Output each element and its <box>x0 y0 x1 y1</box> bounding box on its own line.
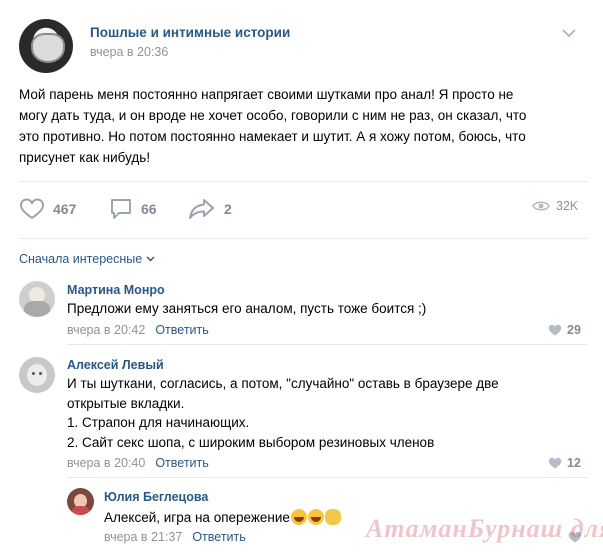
chevron-down-icon[interactable] <box>560 27 578 39</box>
share-icon <box>189 199 214 219</box>
comment-like-button[interactable]: 12 <box>548 456 581 470</box>
like-count: 467 <box>53 201 77 217</box>
comment-button[interactable]: 66 <box>109 197 157 221</box>
comment-author-link[interactable]: Алексей Левый <box>67 358 164 372</box>
group-avatar[interactable] <box>19 19 73 73</box>
heart-icon <box>20 198 44 220</box>
comment-text-line: открытые вкладки. <box>67 395 185 411</box>
reply-link[interactable]: Ответить <box>192 530 245 544</box>
comment-text: Предложи ему заняться его аналом, пусть … <box>67 299 426 319</box>
like-button[interactable]: 467 <box>19 197 76 221</box>
comment-like-count: 12 <box>567 456 581 470</box>
divider <box>67 477 587 478</box>
share-count: 2 <box>224 201 232 217</box>
comment-icon <box>111 199 131 219</box>
post-text-line: присунет как нибудь! <box>19 150 151 165</box>
comment-author-link[interactable]: Мартина Монро <box>67 283 165 297</box>
comment-like-button[interactable]: 29 <box>548 323 581 337</box>
eye-icon <box>532 201 550 211</box>
comment-text: Алексей, игра на опережение <box>104 508 341 528</box>
share-button[interactable]: 2 <box>188 197 232 221</box>
post-text-line: могу дать туда, и он вроде не хочет особ… <box>19 108 527 123</box>
avatar-picture <box>31 33 65 63</box>
comment-time[interactable]: вчера в 20:42 <box>67 323 145 337</box>
comment-meta: вчера в 20:40 Ответить <box>67 456 209 470</box>
comment-text-line: 1. Страпон для начинающих. <box>67 415 250 430</box>
comment-author-link[interactable]: Юлия Беглецова <box>104 490 208 504</box>
reply-link[interactable]: Ответить <box>155 456 208 470</box>
post-text-line: Мой парень меня постоянно напрягает свои… <box>19 87 514 102</box>
avatar[interactable] <box>67 488 94 515</box>
comment-time[interactable]: вчера в 20:40 <box>67 456 145 470</box>
views-count: 32K <box>556 199 579 213</box>
comment-text-line: Предложи ему заняться его аналом, пусть … <box>67 301 427 316</box>
comment-text-line: 2. Сайт секс шопа, с широким выбором рез… <box>67 434 435 450</box>
sort-label: Сначала интересные <box>19 252 143 266</box>
laughing-emoji-icon <box>290 509 307 525</box>
watermark: АтаманБурнаш для ЯП <box>366 514 603 543</box>
comment-count: 66 <box>141 201 157 217</box>
post-time[interactable]: вчера в 20:36 <box>90 45 168 59</box>
comment-meta: вчера в 20:42 Ответить <box>67 323 209 337</box>
divider <box>67 344 587 345</box>
reply-text: Алексей, игра на опережение <box>104 510 290 525</box>
divider <box>19 238 587 239</box>
views-counter: 32K <box>532 199 578 213</box>
reply-link[interactable]: Ответить <box>155 323 208 337</box>
post-text: Мой парень меня постоянно напрягает свои… <box>19 84 589 168</box>
comment-meta: вчера в 21:37 Ответить <box>104 530 246 544</box>
comment-time[interactable]: вчера в 21:37 <box>104 530 182 544</box>
comment-text-line: И ты шуткани, согласись, а потом, "случа… <box>67 376 499 391</box>
heart-icon <box>548 324 562 336</box>
heart-icon <box>548 457 562 469</box>
divider <box>19 181 587 182</box>
chevron-down-icon <box>146 256 155 262</box>
post-text-line: это противно. Но потом постоянно намекае… <box>19 129 526 144</box>
clapping-hands-emoji-icon <box>324 509 341 525</box>
avatar[interactable] <box>19 357 55 393</box>
comment-like-count: 29 <box>567 323 581 337</box>
laughing-emoji-icon <box>307 509 324 525</box>
comment-sort-dropdown[interactable]: Сначала интересные <box>19 252 155 266</box>
group-name-link[interactable]: Пошлые и интимные истории <box>90 25 290 40</box>
wall-post: Пошлые и интимные истории вчера в 20:36 … <box>0 0 603 556</box>
avatar[interactable] <box>19 281 55 317</box>
comment-text: И ты шуткани, согласись, а потом, "случа… <box>67 374 499 452</box>
